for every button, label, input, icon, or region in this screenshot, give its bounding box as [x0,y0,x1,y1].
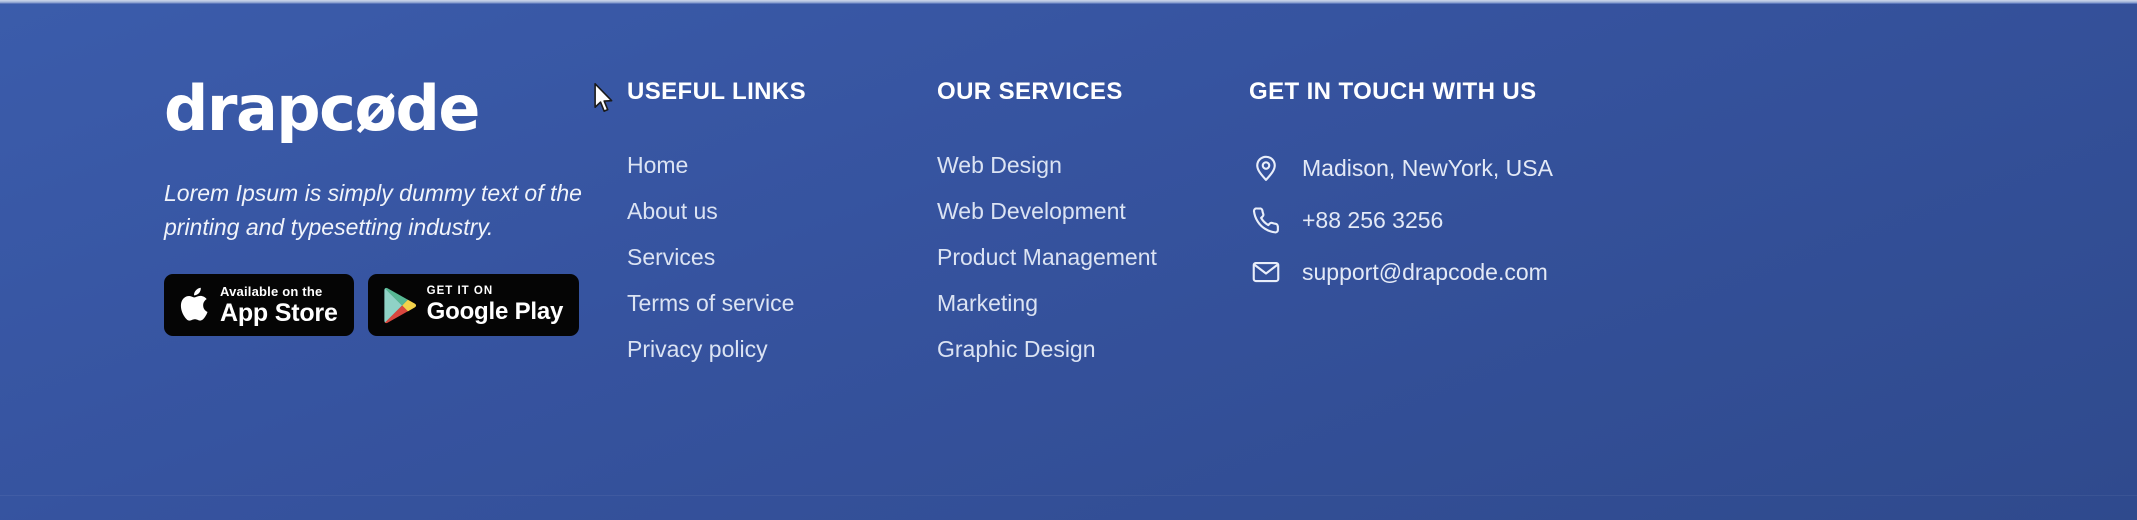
location-pin-icon [1249,151,1283,185]
list-item: Privacy policy [627,326,917,372]
logo-text-after: de [395,72,481,145]
our-services-title: OUR SERVICES [937,78,1123,105]
app-store-badge-text: Available on the App Store [220,285,338,326]
brand-column: drapcøde Lorem Ipsum is simply dummy tex… [164,78,634,337]
app-store-badge-big-label: App Store [220,298,338,327]
contact-address-value: Madison, NewYork, USA [1302,154,1553,181]
google-play-badge[interactable]: GET IT ON Google Play [367,274,580,337]
drapcode-logo[interactable]: drapcøde [164,78,634,140]
list-item: About us [627,188,917,234]
link-web-development[interactable]: Web Development [937,188,1247,234]
contact-list: Madison, NewYork, USA +88 256 3256 suppo… [1249,142,1809,298]
useful-links-column: USEFUL LINKS Home About us Services Term… [627,78,917,372]
google-play-badge-text: GET IT ON Google Play [426,284,564,326]
link-about-us[interactable]: About us [627,188,917,234]
contact-phone-value: +88 256 3256 [1302,206,1444,233]
list-item: Marketing [937,280,1247,326]
link-marketing[interactable]: Marketing [937,280,1247,326]
link-web-design[interactable]: Web Design [937,142,1247,188]
link-home[interactable]: Home [627,142,917,188]
link-product-management[interactable]: Product Management [937,234,1247,280]
our-services-column: OUR SERVICES Web Design Web Development … [937,78,1247,372]
contact-column: GET IN TOUCH WITH US Madison, NewYork, U… [1249,78,1809,298]
useful-links-title: USEFUL LINKS [627,78,807,105]
link-terms-of-service[interactable]: Terms of service [627,280,917,326]
our-services-list: Web Design Web Development Product Manag… [937,142,1247,372]
apple-logo-icon [178,287,209,324]
list-item: Terms of service [627,280,917,326]
contact-title: GET IN TOUCH WITH US [1249,78,1537,105]
phone-icon [1249,203,1283,237]
list-item: Web Development [937,188,1247,234]
list-item: Home [627,142,917,188]
site-footer: drapcøde Lorem Ipsum is simply dummy tex… [0,0,2137,520]
store-badges: Available on the App Store GET IT ON Goo… [164,274,634,337]
contact-email-value: support@drapcode.com [1302,258,1548,285]
app-store-badge-small-label: Available on the [220,283,323,299]
envelope-icon [1249,255,1283,289]
logo-text-before: drapc [164,72,356,145]
brand-tagline: Lorem Ipsum is simply dummy text of the … [164,180,582,241]
contact-phone[interactable]: +88 256 3256 [1249,194,1809,246]
list-item: Web Design [937,142,1247,188]
google-play-icon [382,287,416,324]
contact-email[interactable]: support@drapcode.com [1249,246,1809,298]
contact-address[interactable]: Madison, NewYork, USA [1249,142,1809,194]
google-play-badge-small-label: GET IT ON [426,284,494,297]
useful-links-list: Home About us Services Terms of service … [627,142,917,372]
list-item: Graphic Design [937,326,1247,372]
footer-inner: drapcøde Lorem Ipsum is simply dummy tex… [0,0,2137,520]
link-services[interactable]: Services [627,234,917,280]
app-store-badge[interactable]: Available on the App Store [164,274,354,337]
list-item: Services [627,234,917,280]
link-graphic-design[interactable]: Graphic Design [937,326,1247,372]
google-play-badge-big-label: Google Play [426,298,564,326]
link-privacy-policy[interactable]: Privacy policy [627,326,917,372]
logo-slashed-o: ø [354,72,397,145]
list-item: Product Management [937,234,1247,280]
